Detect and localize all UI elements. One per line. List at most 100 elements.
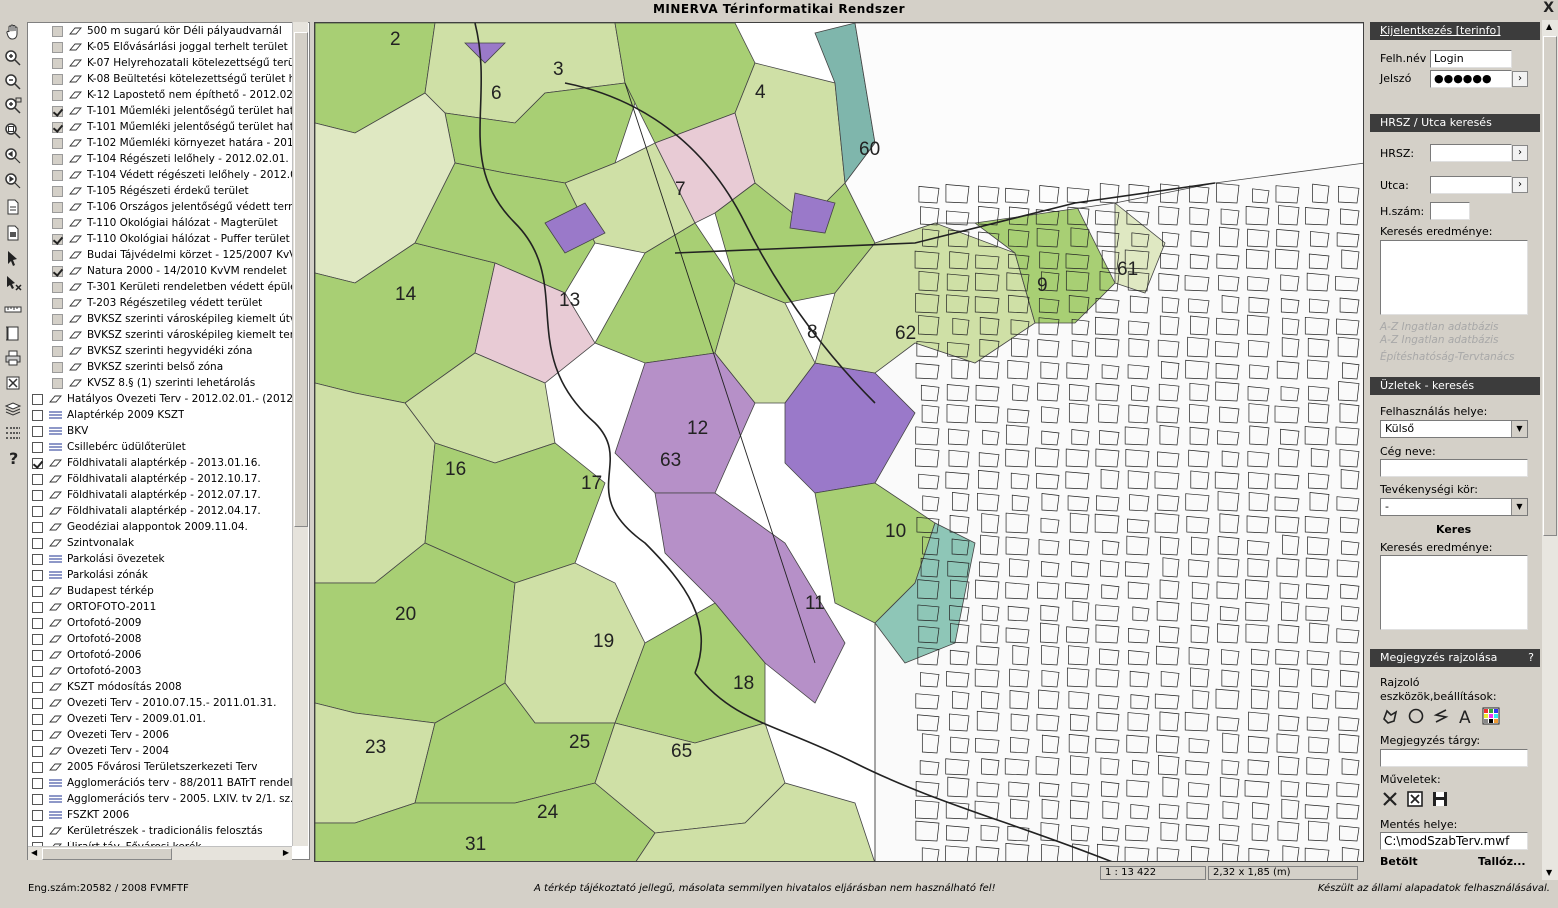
layer-row[interactable]: Parkolási övezetek <box>28 551 298 567</box>
close-window-button[interactable]: X <box>1543 0 1554 16</box>
layer-checkbox[interactable] <box>32 617 43 629</box>
layer-row[interactable]: 500 m sugarú kör Déli pályaudvarnál <box>28 23 298 39</box>
layer-row[interactable]: Övezeti Terv - 2009.01.01. <box>28 711 298 727</box>
layer-checkbox[interactable] <box>32 793 43 805</box>
color-palette-icon[interactable] <box>1481 706 1501 726</box>
layer-row[interactable]: K-08 Beültetési kötelezettségű terület h… <box>28 71 298 87</box>
note-help-button[interactable]: ? <box>1528 649 1534 667</box>
layer-checkbox[interactable] <box>52 297 63 309</box>
layer-checkbox[interactable] <box>52 361 63 373</box>
layer-row[interactable]: 2005 Fővárosi Területszerkezeti Terv <box>28 759 298 775</box>
measure-area-icon[interactable] <box>3 323 23 343</box>
activity-select[interactable]: - ▼ <box>1380 498 1528 516</box>
scroll-left-arrow-icon[interactable]: ◀ <box>31 848 37 857</box>
search-results-box[interactable] <box>1380 240 1528 315</box>
text-tool-icon[interactable]: A <box>1456 706 1476 726</box>
layer-checkbox[interactable] <box>32 633 43 645</box>
layer-row[interactable]: FSZKT 2006 <box>28 807 298 823</box>
layer-checkbox[interactable] <box>32 409 43 421</box>
scroll-down-arrow-icon[interactable]: ▼ <box>1546 868 1552 877</box>
layer-row[interactable]: Földhivatali alaptérkép - 2012.10.17. <box>28 471 298 487</box>
layer-checkbox[interactable] <box>52 137 63 149</box>
layer-row[interactable]: Övezeti Terv - 2006 <box>28 727 298 743</box>
report-icon[interactable] <box>3 223 23 243</box>
layer-checkbox[interactable] <box>32 553 43 565</box>
layer-checkbox[interactable] <box>52 25 63 37</box>
layer-checkbox[interactable] <box>52 329 63 341</box>
layer-checkbox[interactable] <box>52 153 63 165</box>
layer-checkbox[interactable] <box>52 201 63 213</box>
layer-row[interactable]: Geodéziai alappontok 2009.11.04. <box>28 519 298 535</box>
layer-row[interactable]: T-101 Műemléki jelentőségű terület határ… <box>28 103 298 119</box>
layers-icon[interactable] <box>3 398 23 418</box>
zoom-full-icon[interactable] <box>3 121 23 141</box>
layer-checkbox[interactable] <box>32 745 43 757</box>
logout-link[interactable]: Kijelentkezés [terinfo] <box>1380 24 1501 37</box>
layer-checkbox[interactable] <box>32 537 43 549</box>
layer-row[interactable]: T-105 Régészeti érdekű terület <box>28 183 298 199</box>
layer-checkbox[interactable] <box>52 121 63 133</box>
layer-checkbox[interactable] <box>52 345 63 357</box>
layer-row[interactable]: Földhivatali alaptérkép - 2013.01.16. <box>28 455 298 471</box>
layer-checkbox[interactable] <box>32 713 43 725</box>
layer-row[interactable]: ORTOFOTÓ-2011 <box>28 599 298 615</box>
layer-checkbox[interactable] <box>32 681 43 693</box>
layer-checkbox[interactable] <box>32 505 43 517</box>
print-icon[interactable] <box>3 348 23 368</box>
layer-row[interactable]: Ortofotó-2003 <box>28 663 298 679</box>
login-submit-button[interactable]: › <box>1512 71 1528 87</box>
save-disk-icon[interactable] <box>1430 789 1450 809</box>
layer-row[interactable]: T-203 Régészetileg védett terület <box>28 295 298 311</box>
usage-select[interactable]: Külső ▼ <box>1380 420 1528 438</box>
layer-row[interactable]: KVSZ 8.§ (1) szerinti lehetárolás <box>28 375 298 391</box>
layer-row[interactable]: Parkolási zónák <box>28 567 298 583</box>
map-view[interactable]: 2 3 4 6 7 60 61 9 8 62 14 13 12 63 16 17 10 11 20 19 18 23 25 6… <box>314 22 1364 862</box>
layer-checkbox[interactable] <box>32 729 43 741</box>
layer-checkbox[interactable] <box>52 233 63 245</box>
layer-checkbox[interactable] <box>52 105 63 117</box>
shop-search-button[interactable]: Keres <box>1436 523 1471 536</box>
layer-row[interactable]: T-101 Műemléki jelentőségű terület határ… <box>28 119 298 135</box>
layer-row[interactable]: K-05 Elővásárlási joggal terhelt terület… <box>28 39 298 55</box>
layer-row[interactable]: T-110 Ökológiai hálózat - Puffer terület <box>28 231 298 247</box>
password-field[interactable]: ●●●●●● <box>1430 70 1512 88</box>
layer-checkbox[interactable] <box>52 217 63 229</box>
line-tool-icon[interactable] <box>1431 706 1451 726</box>
layer-row[interactable]: Natura 2000 - 14/2010 KvVM rendelet <box>28 263 298 279</box>
street-input[interactable] <box>1430 176 1512 194</box>
layer-checkbox[interactable] <box>32 761 43 773</box>
layer-checkbox[interactable] <box>52 281 63 293</box>
browse-button[interactable]: Tallóz... <box>1478 855 1526 868</box>
layer-row[interactable]: T-301 Kerületi rendeletben védett épület… <box>28 279 298 295</box>
layer-checkbox[interactable] <box>32 489 43 501</box>
side-panel-scroll-thumb[interactable] <box>1543 36 1557 536</box>
layer-checkbox[interactable] <box>32 649 43 661</box>
layer-checkbox[interactable] <box>52 265 63 277</box>
legend-list-icon[interactable] <box>3 423 23 443</box>
layer-row[interactable]: Övezeti Terv - 2010.07.15.- 2011.01.31. <box>28 695 298 711</box>
layer-row[interactable]: KSZT módosítás 2008 <box>28 679 298 695</box>
layer-checkbox[interactable] <box>32 825 43 837</box>
layer-checkbox[interactable] <box>32 777 43 789</box>
layer-row[interactable]: Földhivatali alaptérkép - 2012.04.17. <box>28 503 298 519</box>
side-panel-scrollbar[interactable]: ▲ ▼ <box>1542 20 1558 880</box>
clear-selection-icon[interactable] <box>3 373 23 393</box>
username-field[interactable]: Login <box>1430 50 1512 68</box>
layer-row[interactable]: T-104 Régészeti lelőhely - 2012.02.01. <box>28 151 298 167</box>
zoom-in-icon[interactable] <box>3 48 23 68</box>
document-icon[interactable] <box>3 197 23 217</box>
layer-list-vertical-scrollbar[interactable] <box>292 22 308 846</box>
layer-checkbox[interactable] <box>52 313 63 325</box>
layer-checkbox[interactable] <box>32 569 43 581</box>
pan-hand-icon[interactable] <box>3 22 23 42</box>
layer-row[interactable]: K-12 Lapostető nem építhető - 2012.02.01… <box>28 87 298 103</box>
layer-checkbox[interactable] <box>52 57 63 69</box>
layer-row[interactable]: Övezeti Terv - 2004 <box>28 743 298 759</box>
layer-checkbox[interactable] <box>52 377 63 389</box>
help-icon[interactable]: ? <box>3 448 23 468</box>
delete-note-icon[interactable] <box>1380 789 1400 809</box>
hrsz-search-button[interactable]: › <box>1512 145 1528 161</box>
save-location-input[interactable]: C:\modSzabTerv.mwf <box>1380 832 1528 850</box>
layer-row[interactable]: T-106 Országos jelentőségű védett termés… <box>28 199 298 215</box>
freehand-polygon-icon[interactable] <box>1380 706 1400 726</box>
